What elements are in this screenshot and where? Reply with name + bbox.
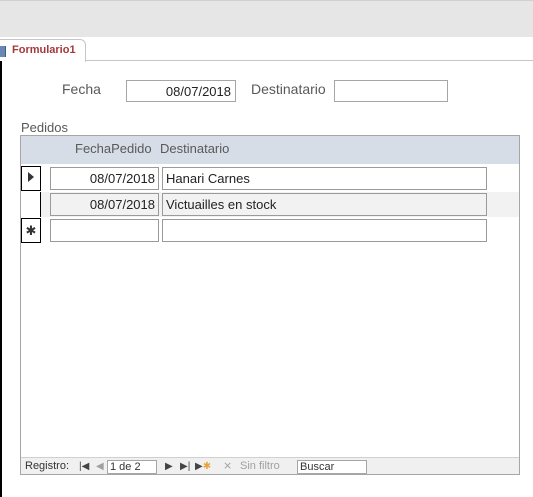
new-record-selector[interactable]: ✱ (21, 218, 41, 243)
destinatario-field[interactable] (334, 80, 448, 102)
form-border (0, 61, 2, 497)
no-filter-icon[interactable]: ⨯ (223, 460, 232, 474)
record-label: Registro: (25, 460, 70, 472)
table-row: 08/07/2018 Victuailles en stock (21, 192, 519, 217)
subform-header: FechaPedido Destinatario (21, 136, 519, 164)
new-record-icon[interactable]: ▶✱ (195, 460, 211, 474)
pedidos-label: Pedidos (21, 120, 68, 135)
tab-label: Formulario1 (12, 44, 76, 56)
cell-fechapedido[interactable]: 08/07/2018 (50, 167, 159, 190)
form-icon (0, 46, 6, 57)
record-selector[interactable] (21, 192, 41, 217)
destinatario-label: Destinatario (251, 81, 326, 97)
search-input[interactable]: Buscar (297, 460, 367, 474)
current-record-icon (28, 172, 34, 182)
ribbon-area (0, 0, 533, 37)
column-header-fechapedido[interactable]: FechaPedido (75, 141, 152, 156)
cell-destinatario[interactable]: Hanari Carnes (162, 167, 487, 190)
next-record-icon[interactable]: ▶ (165, 460, 173, 474)
cell-fechapedido-new[interactable] (50, 219, 159, 242)
fecha-label: Fecha (62, 81, 101, 97)
document-tab-bar: Formulario1 (0, 37, 533, 62)
table-row: 08/07/2018 Hanari Carnes (21, 166, 519, 191)
pedidos-subform: FechaPedido Destinatario 08/07/2018 Hana… (20, 135, 520, 475)
first-record-icon[interactable]: |◀ (79, 460, 89, 474)
tab-formulario1[interactable]: Formulario1 (0, 39, 86, 62)
cell-fechapedido[interactable]: 08/07/2018 (50, 193, 159, 216)
asterisk-icon: ✱ (25, 223, 37, 238)
last-record-icon[interactable]: ▶| (180, 460, 190, 474)
record-selector-current[interactable] (21, 166, 41, 191)
cell-destinatario[interactable]: Victuailles en stock (162, 193, 487, 216)
column-header-destinatario[interactable]: Destinatario (160, 141, 229, 156)
fecha-field[interactable]: 08/07/2018 (126, 80, 236, 102)
cell-destinatario-new[interactable] (162, 219, 487, 242)
filter-label[interactable]: Sin filtro (240, 460, 280, 474)
table-row-new: ✱ (21, 218, 519, 243)
record-navigation-bar: Registro: |◀ ◀ 1 de 2 ▶ ▶| ▶✱ ⨯ Sin filt… (21, 457, 519, 474)
current-record-input[interactable]: 1 de 2 (107, 460, 157, 474)
previous-record-icon[interactable]: ◀ (96, 460, 104, 474)
